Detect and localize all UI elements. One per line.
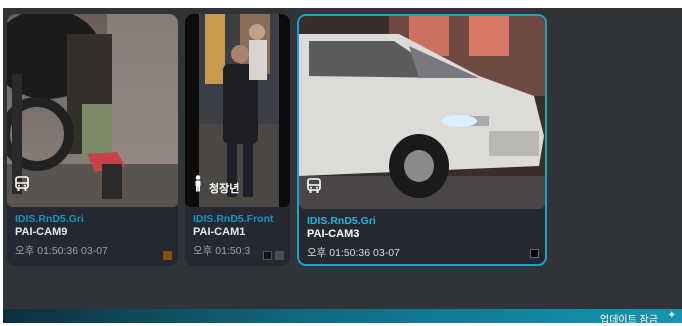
color-flag bbox=[163, 251, 172, 260]
camera-name: PAI-CAM3 bbox=[307, 228, 360, 240]
event-thumbnail: 청장년 bbox=[185, 14, 290, 207]
event-time: 오후 01:50:3 bbox=[193, 245, 251, 257]
event-thumbnail bbox=[7, 14, 178, 207]
event-thumbnail bbox=[299, 16, 545, 209]
color-flag bbox=[263, 251, 272, 260]
event-card[interactable]: IDIS.RnD5.Gri PAI-CAM9 오후 01:50:36 03-07 bbox=[7, 14, 178, 266]
pin-icon[interactable]: ✦ bbox=[668, 310, 676, 321]
update-lock-label[interactable]: 업데이트 잠금 bbox=[600, 311, 658, 326]
site-name: IDIS.RnD5.Gri bbox=[15, 213, 84, 225]
color-flag bbox=[275, 251, 284, 260]
event-card[interactable]: 청장년 IDIS.RnD5.Front PAI-CAM1 오후 01:50:3 bbox=[185, 14, 290, 266]
footer-bar: 업데이트 잠금 ✦ bbox=[3, 309, 682, 326]
attribute-label: 청장년 bbox=[209, 183, 240, 195]
camera-name: PAI-CAM9 bbox=[15, 226, 68, 238]
bus-icon bbox=[307, 178, 321, 199]
event-panel: IDIS.RnD5.Gri PAI-CAM9 오후 01:50:36 03-07 bbox=[3, 8, 682, 309]
event-time: 오후 01:50:36 03-07 bbox=[307, 247, 400, 259]
color-flag bbox=[530, 249, 539, 258]
event-info: IDIS.RnD5.Gri PAI-CAM3 오후 01:50:36 03-07 bbox=[299, 209, 545, 264]
person-icon bbox=[193, 175, 203, 197]
site-name: IDIS.RnD5.Gri bbox=[307, 215, 376, 227]
event-time: 오후 01:50:36 03-07 bbox=[15, 245, 108, 257]
event-card-selected[interactable]: IDIS.RnD5.Gri PAI-CAM3 오후 01:50:36 03-07 bbox=[297, 14, 547, 266]
site-name: IDIS.RnD5.Front bbox=[193, 213, 274, 225]
camera-name: PAI-CAM1 bbox=[193, 226, 246, 238]
event-info: IDIS.RnD5.Gri PAI-CAM9 오후 01:50:36 03-07 bbox=[7, 207, 178, 266]
bus-icon bbox=[15, 176, 29, 197]
